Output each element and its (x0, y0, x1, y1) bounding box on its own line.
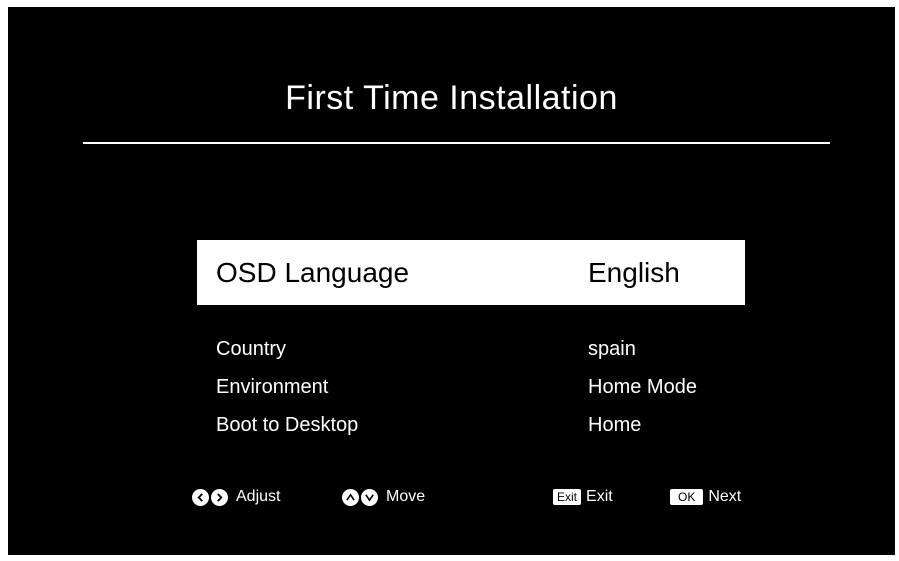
menu-item-boot-to-desktop[interactable]: Boot to Desktop Home (197, 406, 745, 444)
move-hint: Move (342, 485, 425, 509)
menu-item-label: Environment (216, 376, 329, 398)
menu-item-label: OSD Language (216, 257, 410, 288)
exit-key-icon: Exit (553, 489, 582, 505)
menu-item-value: Home (588, 414, 642, 436)
exit-label: Exit (586, 488, 613, 505)
menu-item-value: spain (588, 338, 636, 360)
adjust-label: Adjust (236, 488, 281, 505)
right-arrow-key-icon (211, 488, 228, 506)
menu-item-country[interactable]: Country spain (197, 330, 745, 368)
menu-item-label: Country (216, 338, 287, 360)
next-hint: OK Next (670, 485, 741, 509)
move-label: Move (386, 488, 426, 505)
menu-item-environment[interactable]: Environment Home Mode (197, 368, 745, 406)
page-title: First Time Installation (285, 79, 618, 117)
exit-hint: Exit Exit (553, 485, 613, 509)
left-arrow-key-icon (192, 488, 209, 506)
tv-screen: First Time Installation OSD Language Eng… (8, 7, 895, 555)
menu-item-label: Boot to Desktop (216, 414, 359, 436)
adjust-hint: Adjust (192, 485, 280, 509)
menu-item-osd-language[interactable]: OSD Language English (197, 240, 745, 305)
menu-item-value: English (588, 257, 680, 288)
title-divider (83, 142, 830, 144)
menu-item-value: Home Mode (588, 376, 697, 398)
ok-key-icon: OK (670, 489, 704, 505)
next-label: Next (708, 488, 742, 505)
key-hint-bar: Adjust Move Exit Exit OK Next (8, 485, 895, 511)
down-arrow-key-icon (361, 488, 378, 506)
up-arrow-key-icon (342, 488, 359, 506)
